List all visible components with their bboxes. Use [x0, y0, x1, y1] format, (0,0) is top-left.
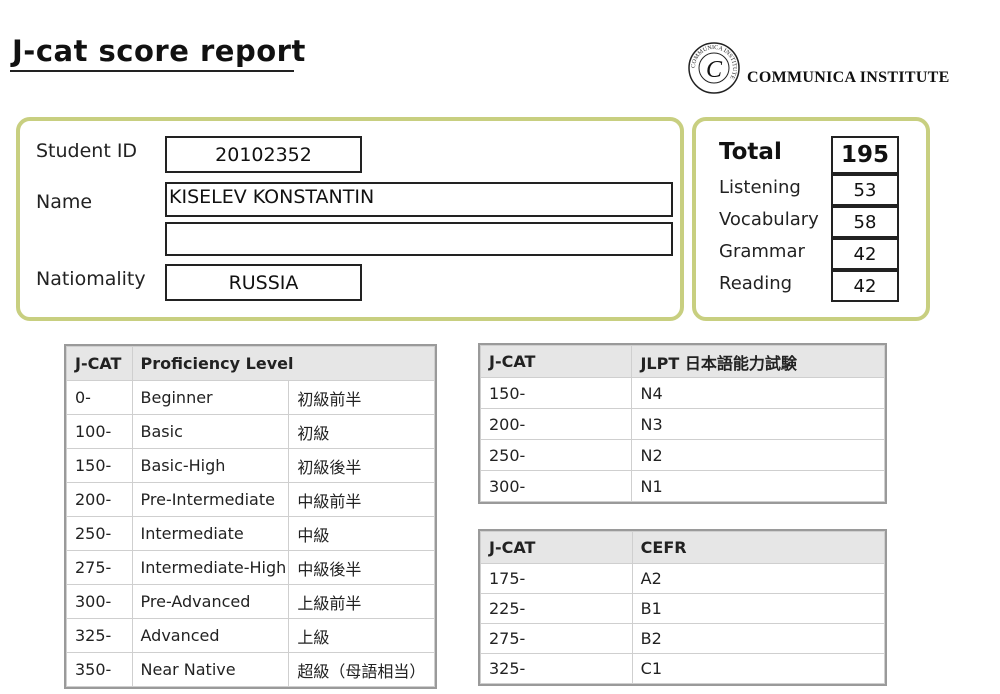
table-cell: 超級（母語相当）	[288, 652, 435, 687]
table-cell: Near Native	[131, 652, 290, 687]
table-cell: 275-	[66, 550, 133, 585]
table-row: 150- N4	[479, 377, 885, 409]
table-cell: 200-	[66, 482, 133, 517]
grammar-score: 42	[831, 238, 899, 270]
table-cell: Pre-Advanced	[131, 584, 290, 619]
table-cell: 250-	[479, 439, 633, 471]
table-header: J-CAT	[480, 531, 633, 564]
table-cell: 350-	[66, 652, 133, 687]
table-cell: 300-	[479, 470, 633, 502]
table-cell: 初級前半	[288, 380, 435, 415]
table-row: 250- N2	[479, 439, 885, 471]
table-row: 200- Pre-Intermediate 中級前半	[66, 482, 435, 517]
table-cell: 初級後半	[288, 448, 435, 483]
table-cell: B1	[631, 593, 886, 624]
table-row: 275- Intermediate-High 中級後半	[66, 550, 435, 585]
table-cell: N4	[631, 377, 885, 409]
table-cell: 100-	[66, 414, 133, 449]
table-cell: 初級	[288, 414, 435, 449]
table-cell: Beginner	[131, 380, 290, 415]
table-row: 350- Near Native 超級（母語相当）	[66, 652, 435, 687]
table-cell: A2	[631, 563, 886, 594]
table-cell: 中級後半	[288, 550, 435, 585]
table-cell: 250-	[66, 516, 133, 551]
table-cell: N3	[631, 408, 885, 440]
table-cell: N1	[631, 470, 885, 502]
table-cell: 175-	[480, 563, 633, 594]
table-cell: 200-	[479, 408, 633, 440]
table-cell: Basic	[131, 414, 290, 449]
table-cell: 325-	[66, 618, 133, 653]
table-cell: 150-	[479, 377, 633, 409]
table-cell: 0-	[66, 380, 133, 415]
table-cell: 中級	[288, 516, 435, 551]
table-cell: 中級前半	[288, 482, 435, 517]
table-cell: 275-	[480, 623, 633, 654]
proficiency-level-table: J-CAT Proficiency Level 0- Beginner 初級前半…	[64, 344, 437, 689]
institute-logo-icon: COMMUNICA INSTITUTE C	[688, 42, 740, 94]
table-row: 275- B2	[480, 623, 886, 654]
table-cell: 225-	[480, 593, 633, 624]
table-header: JLPT 日本語能力試験	[631, 345, 885, 378]
name-label: Name	[36, 191, 93, 213]
total-score-label: Total	[719, 139, 782, 165]
vocabulary-label: Vocabulary	[719, 209, 819, 230]
listening-label: Listening	[719, 177, 801, 198]
table-row: 325- C1	[480, 653, 886, 684]
nationality-label: Natiomality	[36, 268, 146, 290]
table-row: 225- B1	[480, 593, 886, 624]
student-id-field: 20102352	[165, 136, 362, 173]
table-row: 150- Basic-High 初級後半	[66, 448, 435, 483]
table-cell: 325-	[480, 653, 633, 684]
table-cell: Pre-Intermediate	[131, 482, 290, 517]
table-header: CEFR	[631, 531, 886, 564]
reading-label: Reading	[719, 273, 793, 294]
table-cell: 150-	[66, 448, 133, 483]
table-cell: Intermediate	[131, 516, 290, 551]
cefr-table: J-CAT CEFR 175- A2 225- B1 275- B2 325- …	[478, 529, 887, 686]
table-cell: B2	[631, 623, 886, 654]
table-cell: Intermediate-High	[131, 550, 290, 585]
table-cell: N2	[631, 439, 885, 471]
table-row: 250- Intermediate 中級	[66, 516, 435, 551]
table-header: J-CAT	[479, 345, 633, 378]
table-cell: 300-	[66, 584, 133, 619]
name-field: KISELEV KONSTANTIN	[165, 182, 673, 217]
listening-score: 53	[831, 174, 899, 206]
table-row: 175- A2	[480, 563, 886, 594]
table-row: 300- Pre-Advanced 上級前半	[66, 584, 435, 619]
nationality-field: RUSSIA	[165, 264, 362, 301]
logo-letter: C	[706, 57, 723, 83]
vocabulary-score: 58	[831, 206, 899, 238]
institute-name: COMMUNICA INSTITUTE	[747, 69, 950, 86]
title-underline	[10, 70, 294, 72]
grammar-label: Grammar	[719, 241, 805, 262]
table-row: 100- Basic 初級	[66, 414, 435, 449]
table-header: J-CAT	[66, 346, 133, 381]
table-header: Proficiency Level	[131, 346, 435, 381]
table-cell: 上級	[288, 618, 435, 653]
table-cell: C1	[631, 653, 886, 684]
table-cell: 上級前半	[288, 584, 435, 619]
table-row: 200- N3	[479, 408, 885, 440]
table-row: 300- N1	[479, 470, 885, 502]
jlpt-table: J-CAT JLPT 日本語能力試験 150- N4 200- N3 250- …	[478, 343, 887, 504]
table-row: 325- Advanced 上級	[66, 618, 435, 653]
page-title: J-cat score report	[12, 34, 306, 68]
table-cell: Basic-High	[131, 448, 290, 483]
total-score-value: 195	[831, 136, 899, 174]
reading-score: 42	[831, 270, 899, 302]
table-cell: Advanced	[131, 618, 290, 653]
student-id-label: Student ID	[36, 140, 138, 162]
table-row: 0- Beginner 初級前半	[66, 380, 435, 415]
name-field-secondary	[165, 222, 673, 256]
